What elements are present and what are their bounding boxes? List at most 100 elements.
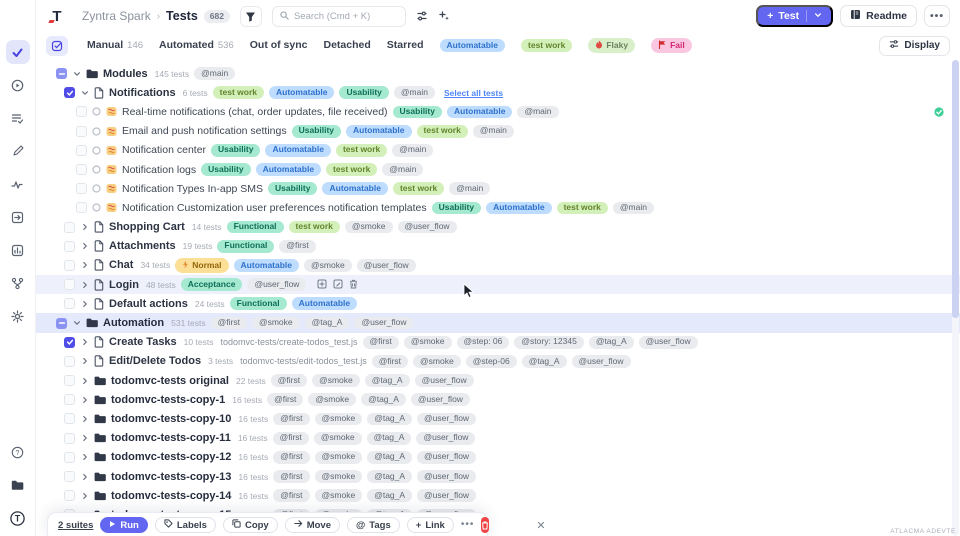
chevron-right-icon[interactable]: [80, 473, 89, 481]
tag-chip-test-work[interactable]: test work: [289, 221, 340, 234]
tag-chip-user-flow[interactable]: @user_flow: [417, 413, 476, 426]
row-checkbox[interactable]: [64, 260, 75, 271]
tag-chip-smoke[interactable]: @smoke: [404, 336, 452, 349]
tag-chip-usability[interactable]: Usability: [393, 106, 442, 119]
scrollbar-thumb[interactable]: [952, 60, 959, 318]
readme-button[interactable]: Readme: [840, 5, 917, 27]
selection-count-link[interactable]: 2 suites: [58, 520, 93, 531]
filter-manual[interactable]: Manual146: [87, 39, 143, 51]
chevron-right-icon[interactable]: [80, 377, 89, 385]
edit-icon[interactable]: [333, 276, 343, 294]
row-checkbox[interactable]: [64, 433, 75, 444]
tag-chip-tag-a[interactable]: @tag_A: [361, 393, 406, 406]
tag-chip-first[interactable]: @first: [273, 489, 309, 502]
tree-row-email-and-push-notification-settings[interactable]: Email and push notification settingsUsab…: [36, 122, 960, 141]
chevron-right-icon[interactable]: [80, 415, 89, 423]
tree-row-todomvc-tests-copy-11[interactable]: todomvc-tests-copy-1116 tests@first@smok…: [36, 429, 960, 448]
chevron-right-icon[interactable]: [80, 338, 89, 346]
test-status-circle-icon[interactable]: [92, 146, 101, 155]
tag-chip-usability[interactable]: Usability: [201, 163, 250, 176]
tag-chip-automatable[interactable]: Automatable: [234, 259, 299, 272]
tree-row-notification-customization-user-preferences-notification-templates[interactable]: Notification Customization user preferen…: [36, 198, 960, 217]
tag-chip-test-work[interactable]: test work: [393, 182, 444, 195]
chevron-right-icon[interactable]: [80, 300, 89, 308]
test-status-circle-icon[interactable]: [92, 165, 101, 174]
tag-chip-user-flow[interactable]: @user_flow: [357, 259, 416, 272]
close-icon[interactable]: ✕: [536, 519, 545, 532]
ai-sparkle-icon[interactable]: [438, 10, 450, 22]
tag-chip-main[interactable]: @main: [449, 182, 490, 195]
row-checkbox[interactable]: [64, 471, 75, 482]
tag-chip-tag-a[interactable]: @tag_A: [367, 489, 412, 502]
tag-chip-main[interactable]: @main: [394, 86, 435, 99]
chevron-right-icon[interactable]: [80, 242, 89, 250]
branch-icon[interactable]: [6, 271, 30, 295]
run-button[interactable]: Run: [100, 517, 147, 533]
tag-chip-user-flow[interactable]: @user_flow: [354, 317, 413, 330]
tag-chip-smoke[interactable]: @smoke: [315, 451, 363, 464]
chevron-down-icon[interactable]: [72, 70, 81, 78]
tag-chip-smoke[interactable]: @smoke: [413, 355, 461, 368]
trash-icon[interactable]: [349, 276, 358, 294]
filter-detached[interactable]: Detached: [324, 39, 371, 51]
tag-chip-first[interactable]: @first: [211, 317, 247, 330]
row-checkbox[interactable]: [56, 68, 67, 79]
tree-row-notifications[interactable]: Notifications6 teststest workAutomatable…: [36, 83, 960, 102]
scrollbar-track[interactable]: [952, 60, 959, 536]
more-options-button[interactable]: •••: [924, 5, 950, 27]
tag-chip-test-work[interactable]: test work: [521, 39, 572, 52]
tag-chip-user-flow[interactable]: @user_flow: [415, 374, 474, 387]
tag-chip-test-work[interactable]: test work: [557, 202, 608, 215]
tag-chip-tag-a[interactable]: @tag_A: [367, 432, 412, 445]
test-status-circle-icon[interactable]: [92, 107, 101, 116]
tree-row-chat[interactable]: Chat34 testsNormalAutomatable@smoke@user…: [36, 256, 960, 275]
tag-chip-first[interactable]: @first: [273, 451, 309, 464]
row-checkbox[interactable]: [64, 337, 75, 348]
tag-chip-smoke[interactable]: @smoke: [304, 259, 352, 272]
row-checkbox[interactable]: [64, 490, 75, 501]
tag-chip-fail[interactable]: Fail: [651, 38, 692, 53]
tag-chip-tag-a[interactable]: @tag_A: [589, 336, 634, 349]
tree-row-todomvc-tests-copy-1[interactable]: todomvc-tests-copy-116 tests@first@smoke…: [36, 390, 960, 409]
tag-chip-usability[interactable]: Usability: [211, 144, 260, 157]
tree-row-modules[interactable]: Modules145 tests@main: [36, 64, 960, 83]
tag-chip-first[interactable]: @first: [273, 470, 309, 483]
tree-row-shopping-cart[interactable]: Shopping Cart14 testsFunctionaltest work…: [36, 218, 960, 237]
tag-chip-test-work[interactable]: test work: [213, 86, 264, 99]
pulse-icon[interactable]: [6, 172, 30, 196]
breadcrumb-page[interactable]: Tests: [166, 9, 198, 23]
tag-chip-smoke[interactable]: @smoke: [345, 221, 393, 234]
tag-chip-test-work[interactable]: test work: [417, 125, 468, 138]
tag-chip-acceptance[interactable]: Acceptance: [181, 278, 243, 291]
tag-chip-automatable[interactable]: Automatable: [346, 125, 411, 138]
chevron-right-icon[interactable]: [80, 453, 89, 461]
app-logo[interactable]: T: [42, 8, 72, 25]
import-icon[interactable]: [6, 205, 30, 229]
tag-chip-smoke[interactable]: @smoke: [308, 393, 356, 406]
pencil-icon[interactable]: [6, 139, 30, 163]
chevron-right-icon[interactable]: [80, 492, 89, 500]
row-checkbox[interactable]: [56, 318, 67, 329]
tag-chip-smoke[interactable]: @smoke: [315, 413, 363, 426]
add-test-icon[interactable]: [317, 276, 327, 294]
filter-funnel-button[interactable]: [240, 6, 262, 27]
tag-chip-first[interactable]: @first: [273, 413, 309, 426]
tag-chip-automatable[interactable]: Automatable: [256, 163, 321, 176]
tag-chip-automatable[interactable]: Automatable: [265, 144, 330, 157]
columns-settings-icon[interactable]: [416, 10, 428, 22]
tag-chip-tag-a[interactable]: @tag_A: [367, 413, 412, 426]
tree-row-notification-logs[interactable]: Notification logsUsabilityAutomatabletes…: [36, 160, 960, 179]
search-box[interactable]: [272, 6, 406, 27]
tag-chip-user-flow[interactable]: @user_flow: [398, 221, 457, 234]
tree-row-notification-center[interactable]: Notification centerUsabilityAutomatablet…: [36, 141, 960, 160]
test-status-circle-icon[interactable]: [92, 203, 101, 212]
tag-chip-user-flow[interactable]: @user_flow: [417, 470, 476, 483]
test-status-circle-icon[interactable]: [92, 184, 101, 193]
tag-chip-automatable[interactable]: Automatable: [292, 297, 357, 310]
row-checkbox[interactable]: [76, 202, 87, 213]
tag-chip-first[interactable]: @first: [372, 355, 408, 368]
chevron-down-icon[interactable]: [80, 89, 89, 97]
tag-chip-normal[interactable]: Normal: [175, 258, 228, 273]
move-button[interactable]: Move: [285, 517, 340, 533]
tag-chip-smoke[interactable]: @smoke: [252, 317, 300, 330]
